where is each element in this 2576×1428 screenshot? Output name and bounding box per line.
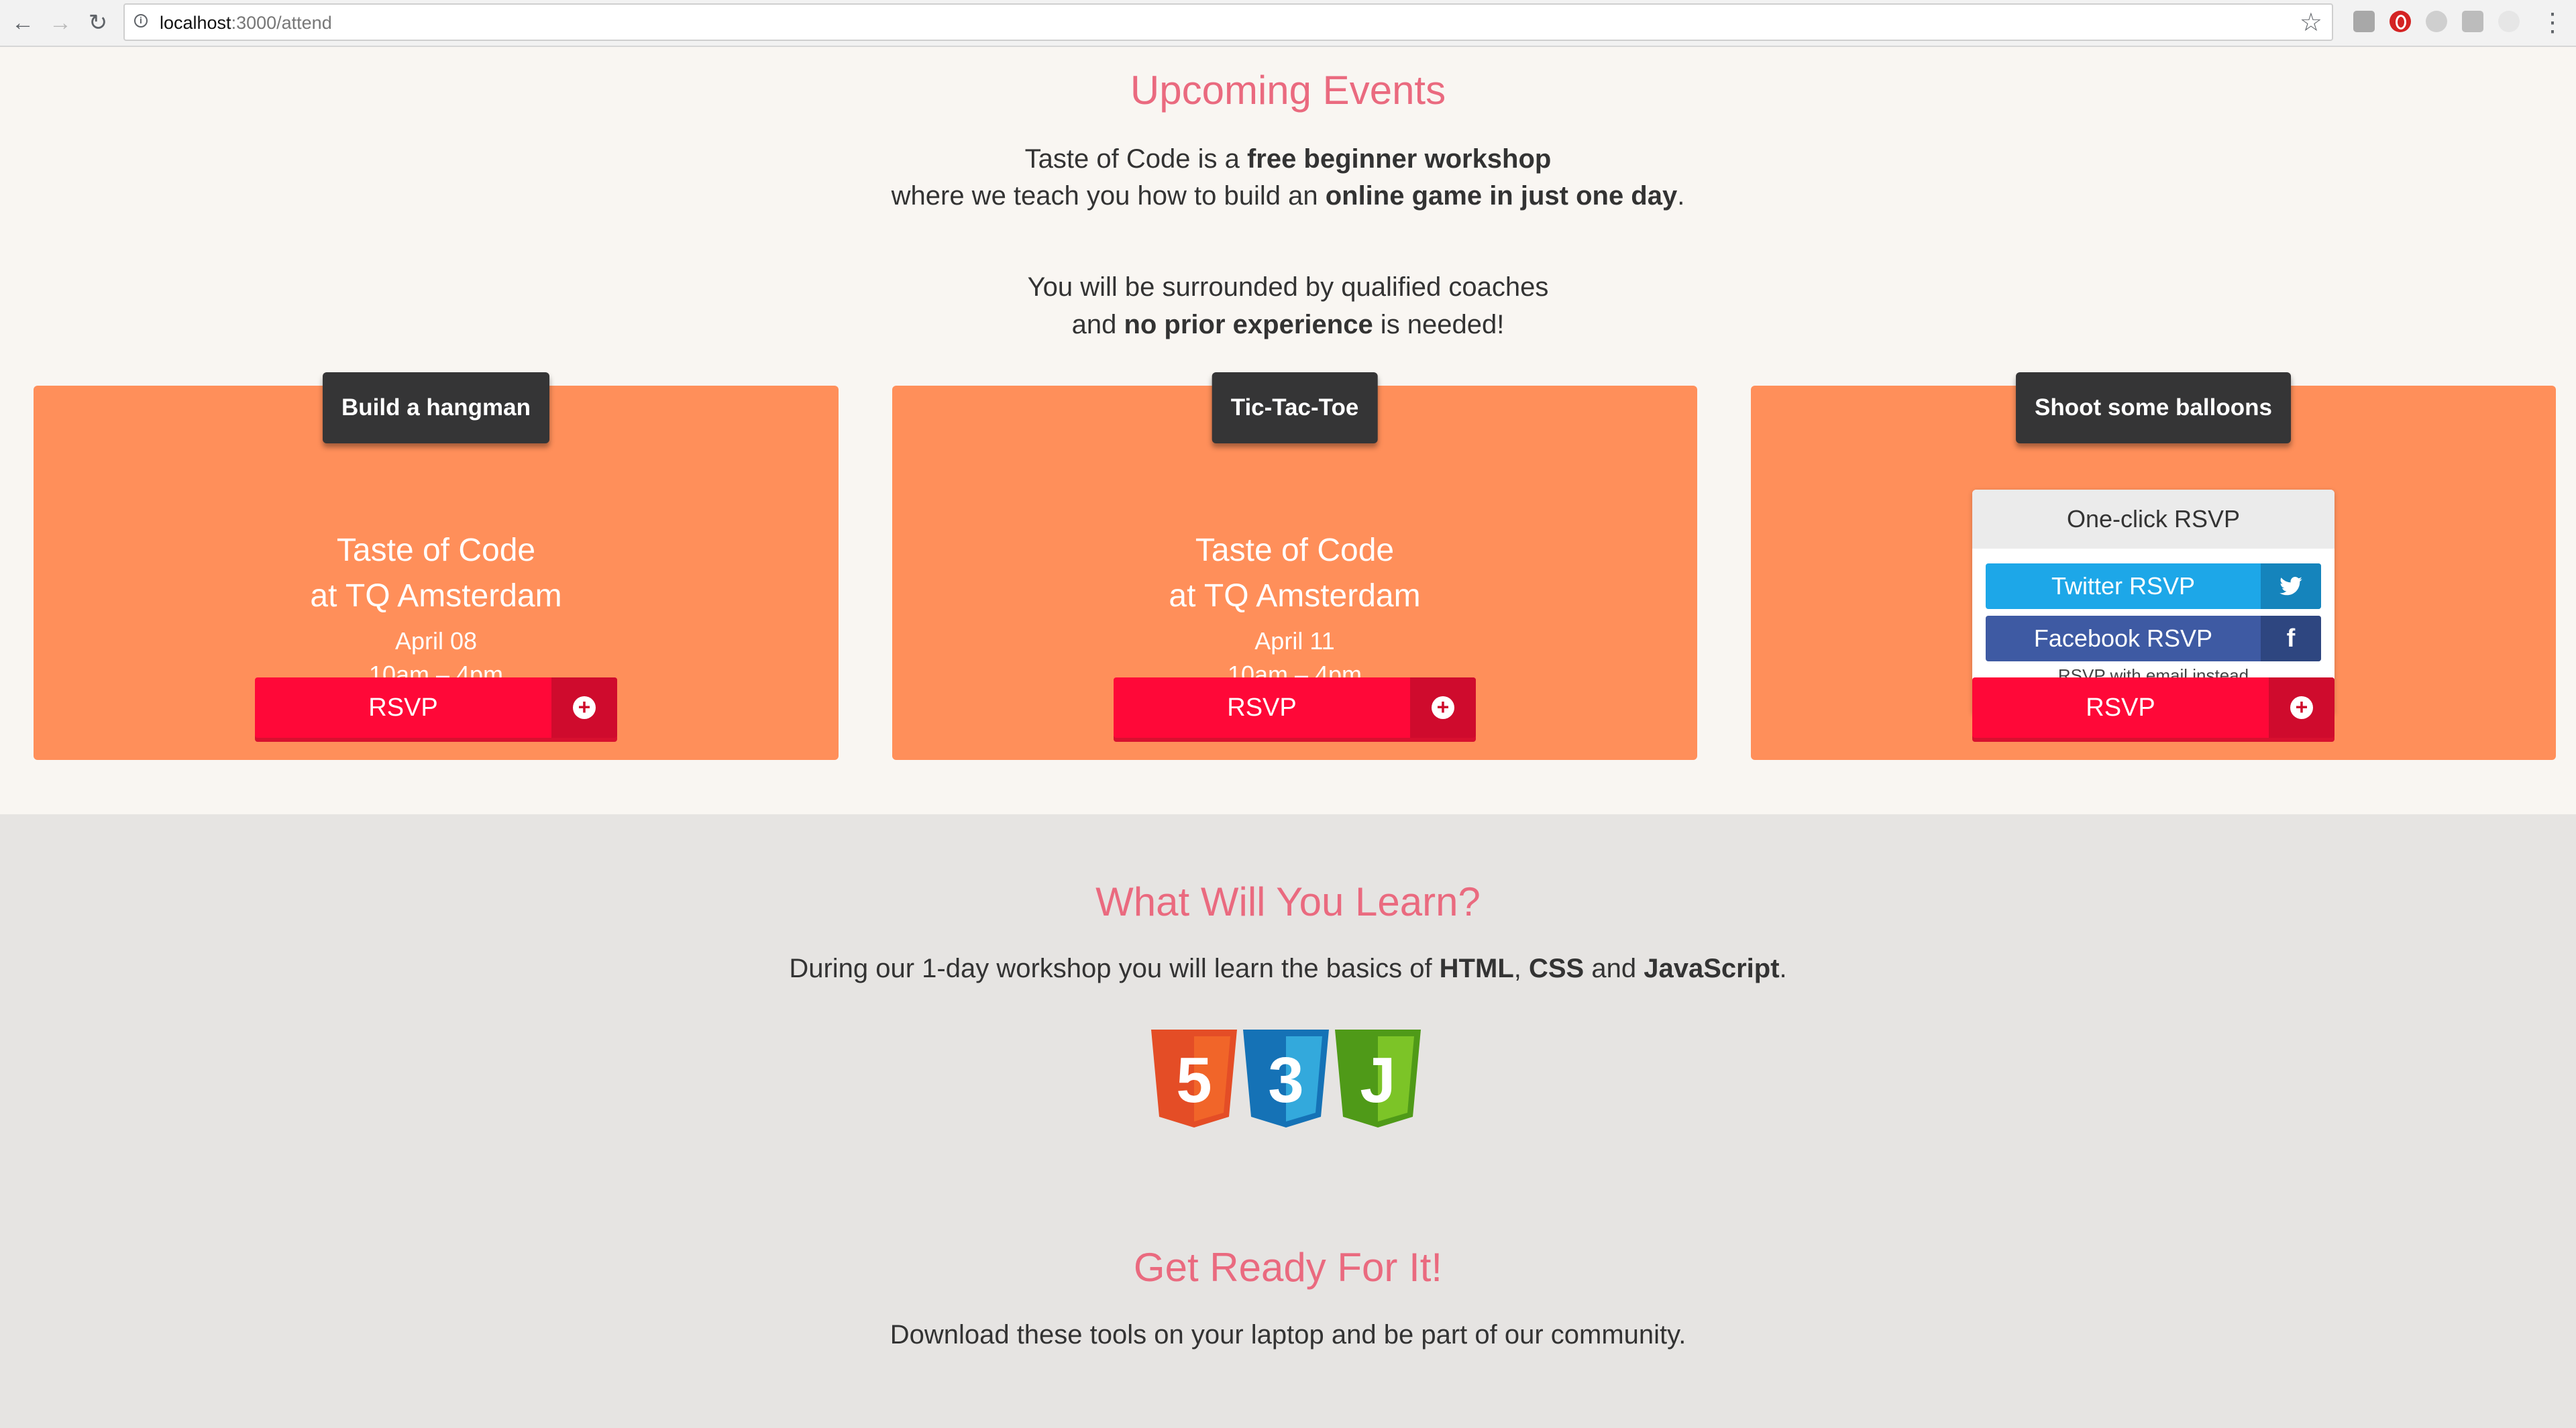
plus-circle-icon: + [551,677,617,738]
event-title: Taste of Code at TQ Amsterdam [310,533,562,614]
learn-text: During our 1-day workshop you will learn… [789,954,1787,983]
info-icon[interactable]: i [134,14,148,28]
facebook-rsvp-button[interactable]: Facebook RSVP f [1986,616,2321,661]
extension-sync-icon[interactable] [2426,11,2447,32]
rsvp-button[interactable]: RSVP + [1114,677,1476,738]
event-title: Taste of Code at TQ Amsterdam [1169,533,1421,614]
css3-shield-icon: 3 [1243,1030,1329,1128]
facebook-f-icon: f [2261,616,2321,661]
twitter-bird-icon [2261,563,2321,609]
extension-circle-icon[interactable] [2498,11,2520,32]
browser-toolbar: ← → ↻ i localhost:3000/attend ☆ ⋮ [0,0,2576,47]
rsvp-label: RSVP [368,694,438,722]
rsvp-button[interactable]: RSVP + [1972,677,2334,738]
one-click-rsvp-header: One-click RSVP [1972,490,2334,549]
ready-title: Get Ready For It! [1133,1245,1443,1290]
extension-code-icon[interactable] [2353,11,2375,32]
plus-circle-icon: + [1410,677,1476,738]
back-arrow-icon[interactable]: ← [7,7,39,39]
extension-grid-icon[interactable] [2462,11,2483,32]
css3-badge-glyph: 3 [1268,1044,1303,1116]
intro-line-4: and no prior experience is needed! [1071,310,1505,339]
learn-title: What Will You Learn? [1095,879,1481,924]
twitter-rsvp-label: Twitter RSVP [2051,572,2196,600]
event-date: April 08 [394,627,478,655]
rsvp-label: RSVP [1227,694,1297,722]
event-tag: Tic-Tac-Toe [1212,372,1378,443]
event-card-tictactoe: Tic-Tac-Toe Taste of Code at TQ Amsterda… [892,372,1697,760]
html5-badge-glyph: 5 [1176,1044,1212,1116]
event-card-balloons: Shoot some balloons One-click RSVP Twitt… [1751,372,2556,760]
event-tag: Shoot some balloons [2016,372,2291,443]
upcoming-title: Upcoming Events [1130,68,1446,113]
rsvp-button[interactable]: RSVP + [255,677,617,738]
upcoming-events-section: Upcoming Events Taste of Code is a free … [0,47,2576,814]
facebook-rsvp-label: Facebook RSVP [2033,624,2213,652]
twitter-rsvp-button[interactable]: Twitter RSVP [1986,563,2321,609]
html5-shield-icon: 5 [1151,1030,1237,1128]
event-date: April 11 [1254,627,1335,655]
javascript-badge-glyph: J [1360,1044,1395,1116]
bookmark-star-icon[interactable]: ☆ [2300,7,2322,38]
intro-line-1: Taste of Code is a free beginner worksho… [1024,144,1552,174]
event-card-hangman: Build a hangman Taste of Code at TQ Amst… [34,372,839,760]
intro-line-2: where we teach you how to build an onlin… [891,181,1685,211]
plus-circle-icon: + [2269,677,2334,738]
javascript-shield-icon: J [1335,1030,1421,1128]
browser-menu-icon[interactable]: ⋮ [2540,8,2565,38]
ready-text: Download these tools on your laptop and … [890,1320,1686,1350]
event-tag: Build a hangman [323,372,549,443]
intro-line-3: You will be surrounded by qualified coac… [1027,272,1549,302]
extension-opera-icon[interactable] [2390,11,2411,32]
forward-arrow-icon[interactable]: → [44,7,76,39]
reload-icon[interactable]: ↻ [82,7,114,39]
rsvp-label: RSVP [2086,694,2155,722]
url-text[interactable]: localhost:3000/attend [160,13,332,34]
address-bar[interactable]: i localhost:3000/attend ☆ [123,3,2333,41]
